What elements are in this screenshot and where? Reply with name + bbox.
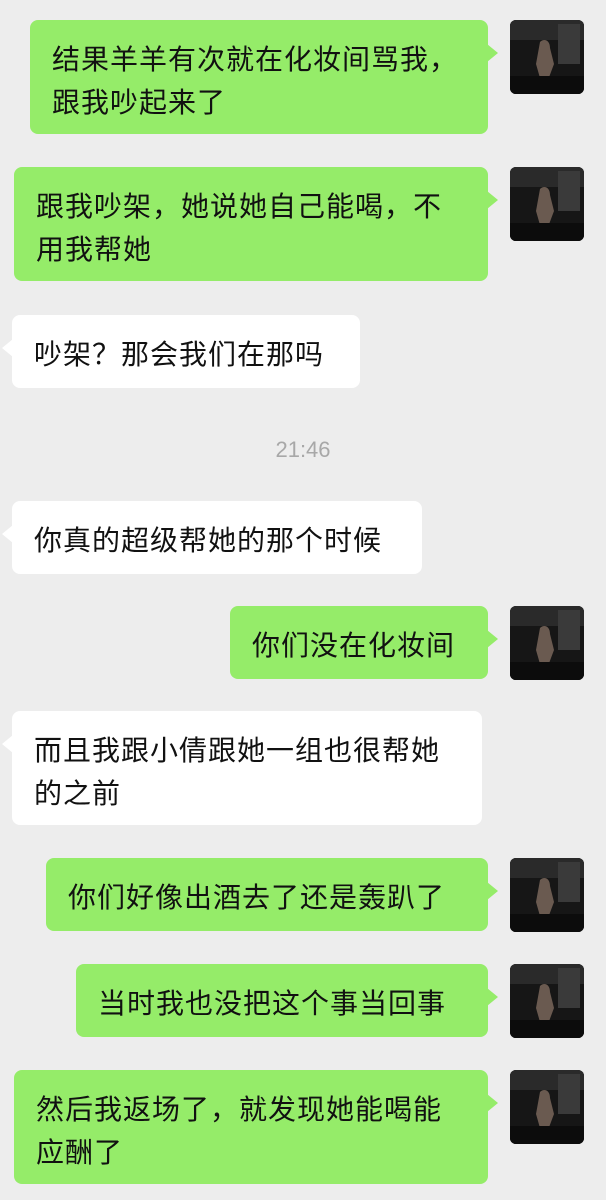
chat-message-list[interactable]: 结果羊羊有次就在化妆间骂我，跟我吵起来了 跟我吵架，她说她自己能喝，不用我帮她 …: [0, 0, 606, 1200]
avatar[interactable]: [510, 858, 584, 932]
timestamp: 21:46: [275, 437, 331, 462]
sent-message-bubble[interactable]: 你们没在化妆间: [230, 606, 498, 679]
received-message-bubble[interactable]: 你真的超级帮她的那个时候: [2, 501, 422, 574]
message-text: 吵架？那会我们在那吗: [34, 338, 325, 371]
message-text: 结果羊羊有次就在化妆间骂我，跟我吵起来了: [52, 43, 459, 119]
message-text: 当时我也没把这个事当回事: [98, 987, 447, 1020]
sent-message-bubble[interactable]: 跟我吵架，她说她自己能喝，不用我帮她: [14, 167, 498, 281]
avatar-photo-icon: [510, 606, 584, 680]
avatar[interactable]: [510, 1070, 584, 1144]
sent-message-bubble[interactable]: 你们好像出酒去了还是轰趴了: [46, 858, 498, 931]
received-message-bubble[interactable]: 吵架？那会我们在那吗: [2, 315, 360, 388]
message-text: 跟我吵架，她说她自己能喝，不用我帮她: [36, 190, 443, 266]
avatar-photo-icon: [510, 858, 584, 932]
message-text: 你们没在化妆间: [252, 629, 456, 662]
avatar[interactable]: [510, 606, 584, 680]
message-text: 而且我跟小倩跟她一组也很帮她的之前: [34, 734, 441, 810]
sent-message-bubble[interactable]: 结果羊羊有次就在化妆间骂我，跟我吵起来了: [30, 20, 498, 134]
avatar-photo-icon: [510, 20, 584, 94]
avatar[interactable]: [510, 964, 584, 1038]
avatar-photo-icon: [510, 1070, 584, 1144]
received-message-bubble[interactable]: 而且我跟小倩跟她一组也很帮她的之前: [2, 711, 482, 825]
message-text: 然后我返场了，就发现她能喝能应酬了: [36, 1093, 443, 1169]
sent-message-bubble[interactable]: 然后我返场了，就发现她能喝能应酬了: [14, 1070, 498, 1184]
avatar[interactable]: [510, 167, 584, 241]
sent-message-bubble[interactable]: 当时我也没把这个事当回事: [76, 964, 498, 1037]
avatar[interactable]: [510, 20, 584, 94]
message-text: 你真的超级帮她的那个时候: [34, 524, 383, 557]
avatar-photo-icon: [510, 167, 584, 241]
message-text: 你们好像出酒去了还是轰趴了: [68, 881, 446, 914]
avatar-photo-icon: [510, 964, 584, 1038]
